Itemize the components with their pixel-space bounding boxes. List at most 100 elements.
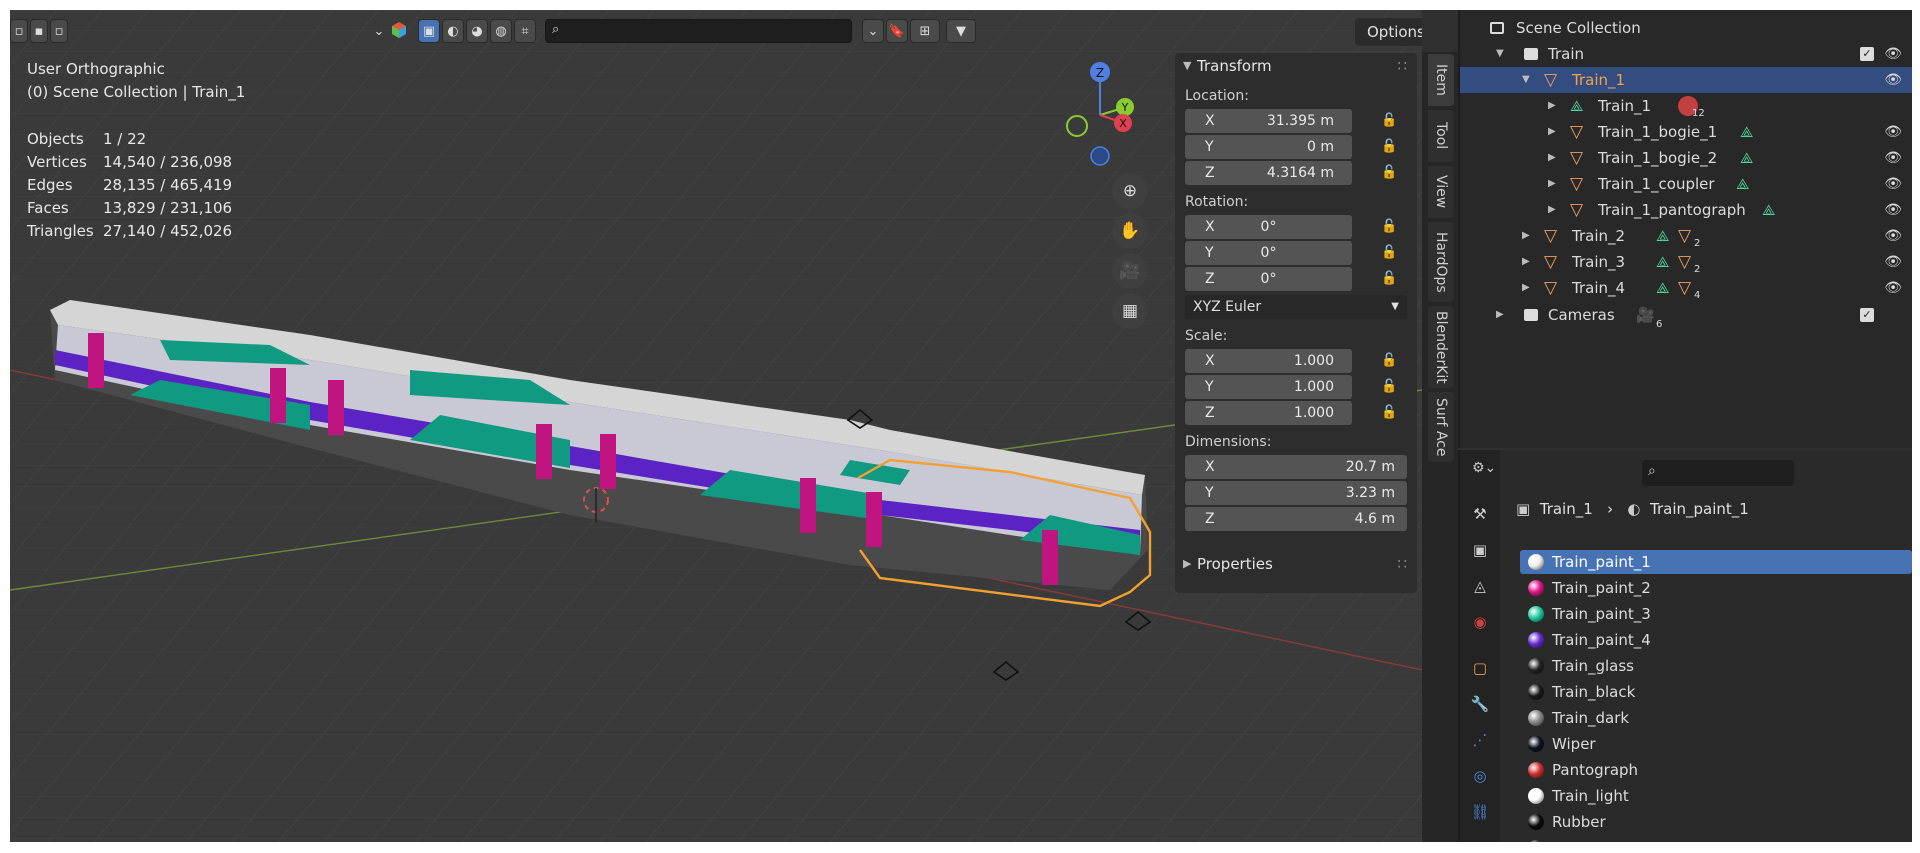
eye-icon[interactable]: 👁: [1884, 249, 1902, 275]
chevron-right-icon[interactable]: ▶: [1496, 302, 1504, 328]
outliner-item-train-3[interactable]: ▶ ▽ Train_3 ⟁ ▽ 2 👁: [1460, 249, 1912, 275]
bookmark-icon[interactable]: 🔖: [886, 19, 908, 43]
outliner-item-bogie-2[interactable]: ▶ ▽ Train_1_bogie_2 ⟁ 👁: [1460, 145, 1912, 171]
viewport-search-input[interactable]: ⌕: [545, 19, 852, 43]
scene-tab-icon[interactable]: ◬: [1468, 574, 1492, 598]
checkbox-icon[interactable]: ✓: [1860, 308, 1874, 322]
chevron-right-icon[interactable]: ▶: [1522, 249, 1530, 275]
eye-icon[interactable]: 👁: [1884, 223, 1902, 249]
rotation-y-field[interactable]: Y 0° 🔓: [1185, 241, 1397, 265]
material-slot[interactable]: Gangway: [1520, 836, 1912, 842]
rotation-mode-select[interactable]: XYZ Euler ▼: [1185, 295, 1407, 319]
hierarchy-icon[interactable]: ⊞: [910, 19, 940, 43]
material-slot[interactable]: Wiper: [1520, 732, 1912, 756]
tab-tool[interactable]: Tool: [1428, 110, 1454, 162]
material-slot[interactable]: Rubber: [1520, 810, 1912, 834]
lock-icon[interactable]: 🔓: [1381, 375, 1397, 399]
location-x-field[interactable]: X 31.395 m 🔓: [1185, 109, 1397, 133]
outliner-item-train[interactable]: ▼ Train ✓ 👁: [1460, 41, 1912, 67]
eye-icon[interactable]: 👁: [1884, 145, 1902, 171]
eye-icon[interactable]: 👁: [1884, 67, 1902, 93]
chevron-right-icon[interactable]: ▶: [1548, 197, 1556, 223]
outliner-item-coupler[interactable]: ▶ ▽ Train_1_coupler ⟁ 👁: [1460, 171, 1912, 197]
select-extend-icon[interactable]: ▪: [30, 19, 48, 43]
lock-icon[interactable]: 🔓: [1381, 109, 1397, 133]
material-slot[interactable]: Train_paint_2: [1520, 576, 1912, 600]
outliner-item-train-4[interactable]: ▶ ▽ Train_4 ⟁ ▽ 4 👁: [1460, 275, 1912, 301]
eye-icon[interactable]: 👁: [1884, 275, 1902, 301]
camera-view-icon[interactable]: 🎥: [1112, 253, 1148, 289]
drag-handle-icon[interactable]: ∷: [1397, 551, 1407, 577]
dimensions-x-field[interactable]: X 20.7 m: [1185, 455, 1407, 479]
outliner-item-cameras[interactable]: ▶ Cameras 🎥 6 ✓: [1460, 302, 1912, 330]
properties-header[interactable]: ▶ Properties ∷: [1175, 551, 1417, 577]
constraints-tab-icon[interactable]: ⛓: [1468, 800, 1492, 824]
eye-icon[interactable]: 👁: [1884, 119, 1902, 145]
dimensions-z-field[interactable]: Z 4.6 m: [1185, 507, 1407, 531]
chevron-right-icon[interactable]: ▶: [1548, 119, 1556, 145]
location-z-field[interactable]: Z 4.3164 m 🔓: [1185, 161, 1397, 185]
tab-item[interactable]: Item: [1428, 54, 1454, 106]
lock-icon[interactable]: 🔓: [1381, 161, 1397, 185]
tab-surf-ace[interactable]: Surf Ace: [1428, 392, 1454, 462]
rotation-z-field[interactable]: Z 0° 🔓: [1185, 267, 1397, 291]
zoom-icon[interactable]: ⊕: [1112, 173, 1148, 209]
chevron-right-icon[interactable]: ▶: [1522, 223, 1530, 249]
render-tab-icon[interactable]: ▣: [1468, 538, 1492, 562]
chevron-right-icon[interactable]: ▶: [1548, 145, 1556, 171]
shading-wireframe-icon[interactable]: ▣: [418, 19, 440, 43]
checkbox-icon[interactable]: ✓: [1860, 47, 1874, 61]
scale-x-field[interactable]: X 1.000 🔓: [1185, 349, 1397, 373]
shading-material-icon[interactable]: ◕: [466, 19, 488, 43]
filter-dropdown-icon[interactable]: ⌄: [862, 19, 884, 43]
lock-icon[interactable]: 🔓: [1381, 215, 1397, 239]
pan-hand-icon[interactable]: ✋: [1112, 213, 1148, 249]
eye-icon[interactable]: 👁: [1884, 41, 1902, 67]
chevron-right-icon[interactable]: ▶: [1548, 93, 1556, 119]
material-slot[interactable]: Train_black: [1520, 680, 1912, 704]
chevron-down-icon[interactable]: ▼: [1522, 67, 1530, 93]
outliner-item-pantograph[interactable]: ▶ ▽ Train_1_pantograph ⟁ 👁: [1460, 197, 1912, 223]
select-box-icon[interactable]: ▫: [10, 19, 28, 43]
outliner-item-train-1[interactable]: ▼ ▽ Train_1 👁: [1460, 67, 1912, 93]
scale-y-field[interactable]: Y 1.000 🔓: [1185, 375, 1397, 399]
wrench-icon[interactable]: 🔧: [1468, 692, 1492, 716]
properties-search-input[interactable]: ⌕: [1642, 460, 1794, 486]
material-slot[interactable]: Train_light: [1520, 784, 1912, 808]
lock-icon[interactable]: 🔓: [1381, 349, 1397, 373]
object-tab-icon[interactable]: ▢: [1468, 656, 1492, 680]
particles-tab-icon[interactable]: ⋰: [1468, 728, 1492, 752]
chevron-right-icon[interactable]: ▶: [1548, 171, 1556, 197]
outliner-root[interactable]: Scene Collection: [1460, 15, 1912, 41]
3d-viewport[interactable]: ▫ ▪ ▫ ⌄ ▣ ◐ ◕ ◍ ⌗ ⌕ ⌄ 🔖 ⊞ ▼ Options ⌄ Us…: [10, 10, 1422, 842]
outliner-item-train-1-mesh[interactable]: ▶ ⟁ Train_1 12: [1460, 93, 1912, 119]
tab-view[interactable]: View: [1428, 166, 1454, 218]
transform-header[interactable]: ▼ Transform ∷: [1175, 53, 1417, 79]
rotation-x-field[interactable]: X 0° 🔓: [1185, 215, 1397, 239]
scale-z-field[interactable]: Z 1.000 🔓: [1185, 401, 1397, 425]
material-slot[interactable]: Train_paint_4: [1520, 628, 1912, 652]
location-y-field[interactable]: Y0 m 🔓: [1185, 135, 1397, 159]
shading-rendered-icon[interactable]: ◍: [490, 19, 512, 43]
select-subtract-icon[interactable]: ▫: [50, 19, 68, 43]
material-slot[interactable]: Train_paint_3: [1520, 602, 1912, 626]
navigation-gizmo[interactable]: Z Y X: [1055, 60, 1145, 170]
material-slot[interactable]: Train_glass: [1520, 654, 1912, 678]
tab-blenderkit[interactable]: BlenderKit: [1428, 306, 1454, 388]
chevron-down-icon[interactable]: ⌄: [370, 19, 388, 43]
chevron-down-icon[interactable]: ▼: [1496, 41, 1504, 67]
chevron-right-icon[interactable]: ▶: [1522, 275, 1530, 301]
dimensions-y-field[interactable]: Y 3.23 m: [1185, 481, 1407, 505]
lock-icon[interactable]: 🔓: [1381, 241, 1397, 265]
lock-icon[interactable]: 🔓: [1381, 401, 1397, 425]
eye-icon[interactable]: 👁: [1884, 171, 1902, 197]
viewport-gizmos-icon[interactable]: [390, 19, 408, 43]
world-tab-icon[interactable]: ◉: [1468, 610, 1492, 634]
lock-icon[interactable]: 🔓: [1381, 135, 1397, 159]
funnel-filter-icon[interactable]: ▼: [946, 19, 976, 43]
shading-solid-icon[interactable]: ◐: [442, 19, 464, 43]
outliner-item-train-2[interactable]: ▶ ▽ Train_2 ⟁ ▽ 2 👁: [1460, 223, 1912, 249]
material-slot[interactable]: Pantograph: [1520, 758, 1912, 782]
outliner-item-bogie-1[interactable]: ▶ ▽ Train_1_bogie_1 ⟁ 👁: [1460, 119, 1912, 145]
material-slot[interactable]: Train_dark: [1520, 706, 1912, 730]
